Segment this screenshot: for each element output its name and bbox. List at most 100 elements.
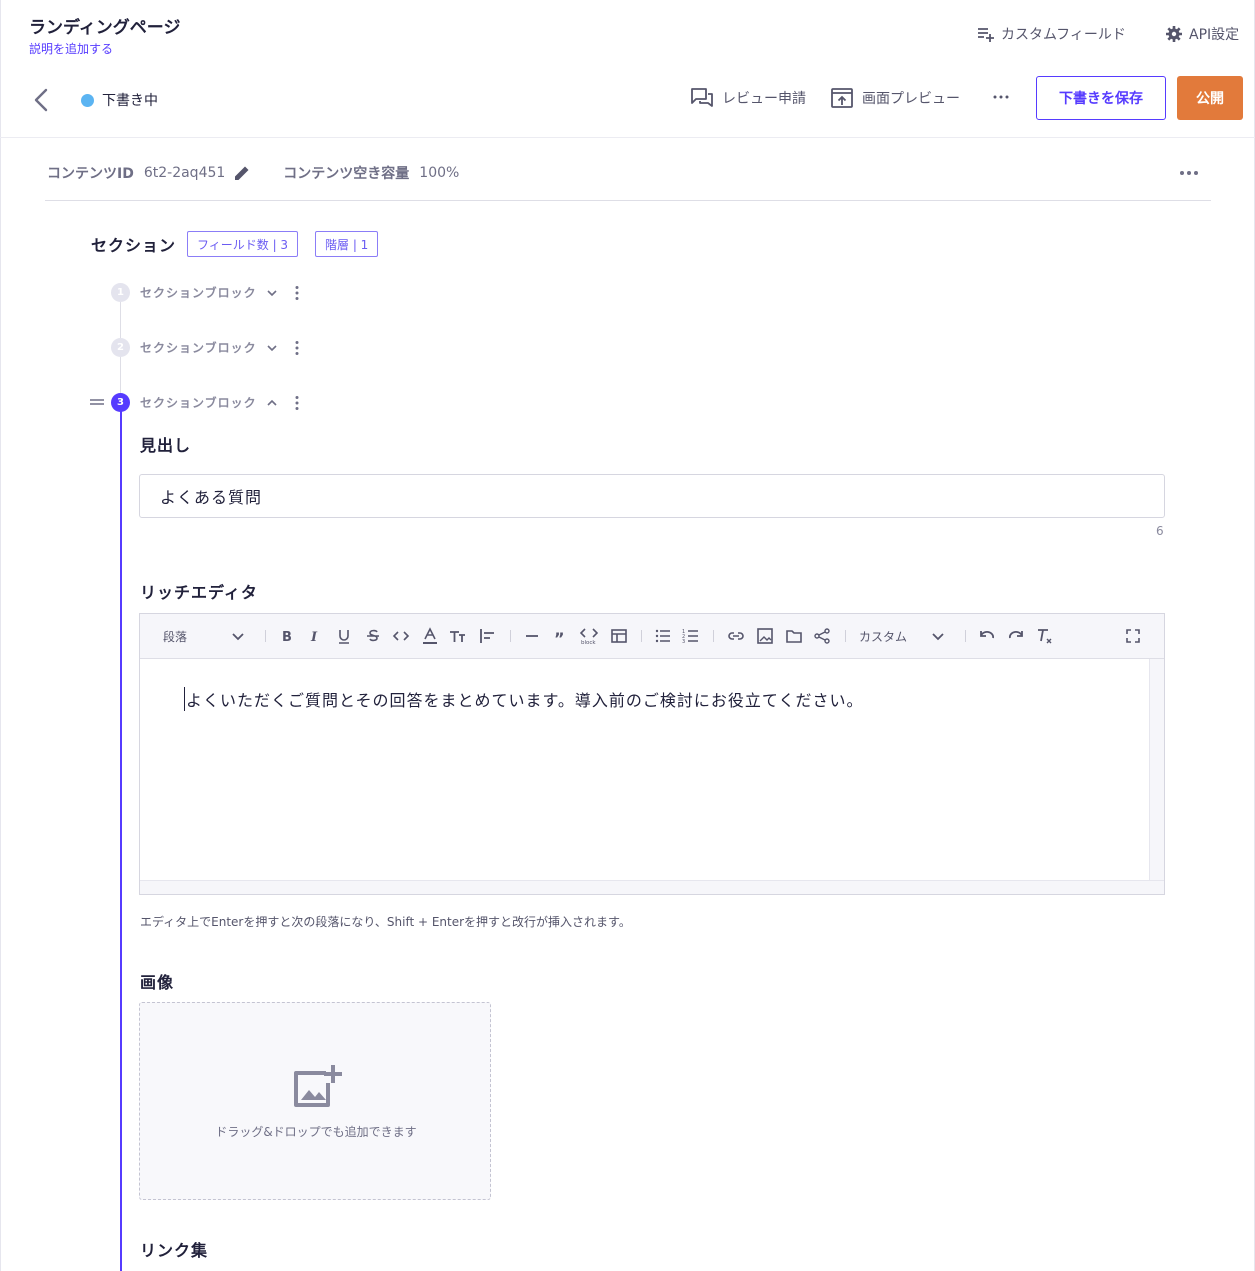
custom-field-button[interactable]: カスタムフィールド — [977, 24, 1126, 44]
preview-label: 画面プレビュー — [862, 91, 960, 107]
status-dot — [81, 93, 94, 107]
block-number: 2 — [111, 338, 130, 357]
drag-handle-icon[interactable] — [89, 397, 105, 407]
toolbar-divider — [265, 630, 266, 642]
capacity-label: コンテンツ空き容量 — [283, 166, 410, 182]
numbered-list-icon[interactable]: 123 — [682, 627, 700, 645]
chevron-down-icon[interactable] — [265, 341, 279, 355]
toolbar-divider — [965, 630, 966, 642]
editor-scrollbar-horizontal[interactable] — [140, 880, 1164, 894]
align-left-icon[interactable] — [478, 627, 496, 645]
content-meta: コンテンツID 6t2-2aq451 コンテンツ空き容量 100% — [47, 163, 467, 183]
more-horizontal-icon[interactable] — [989, 88, 1013, 106]
capacity-value: 100% — [419, 165, 460, 181]
more-vertical-icon[interactable] — [290, 340, 304, 356]
bullet-list-icon[interactable] — [654, 627, 672, 645]
heading-field-label: 見出し — [140, 436, 192, 455]
timeline-line-active — [120, 402, 122, 1271]
playlist-add-icon — [978, 28, 994, 42]
add-photo-icon — [294, 1065, 342, 1107]
character-counter: 6 — [1156, 524, 1164, 538]
chevron-down-icon[interactable] — [929, 627, 947, 645]
heading-input[interactable]: よくある質問 — [139, 474, 1165, 518]
horizontal-rule-icon[interactable] — [523, 627, 541, 645]
code-block-icon[interactable]: block — [580, 627, 598, 645]
gear-icon — [1166, 26, 1182, 42]
more-horizontal-icon[interactable] — [1177, 164, 1201, 182]
block-label: セクションブロック — [140, 286, 257, 300]
editor-content[interactable]: よくいただくご質問とその回答をまとめています。導入前のご検討にお役立てください。 — [140, 659, 1150, 880]
preview-button[interactable]: 画面プレビュー — [830, 86, 960, 110]
api-settings-label: API設定 — [1189, 27, 1240, 43]
publish-button[interactable]: 公開 — [1177, 76, 1243, 120]
code-icon[interactable] — [392, 627, 410, 645]
undo-icon[interactable] — [978, 627, 996, 645]
italic-icon[interactable]: I — [306, 627, 324, 645]
image-dropzone[interactable]: ドラッグ&ドロップでも追加できます — [139, 1002, 491, 1200]
block-number: 3 — [111, 393, 130, 412]
quote-icon[interactable]: ” — [552, 627, 570, 645]
save-draft-button[interactable]: 下書きを保存 — [1036, 76, 1166, 120]
field-count-tag: フィールド数 | 3 — [187, 231, 299, 257]
links-field-label: リンク集 — [140, 1241, 209, 1260]
font-size-icon[interactable] — [448, 627, 466, 645]
dropzone-text: ドラッグ&ドロップでも追加できます — [215, 1125, 417, 1139]
chevron-down-icon[interactable] — [229, 627, 247, 645]
meta-divider — [45, 200, 1211, 201]
review-request-button[interactable]: レビュー申請 — [690, 86, 806, 110]
header-divider — [0, 137, 1255, 138]
content-id-value: 6t2-2aq451 — [143, 165, 226, 181]
custom-field-label: カスタムフィールド — [1001, 27, 1126, 43]
more-vertical-icon[interactable] — [290, 395, 304, 411]
block-label: セクションブロック — [140, 341, 257, 355]
add-description-link[interactable]: 説明を追加する — [29, 40, 113, 57]
bold-icon[interactable]: B — [278, 627, 296, 645]
rich-editor-label: リッチエディタ — [140, 583, 258, 602]
api-settings-button[interactable]: API設定 — [1165, 24, 1239, 44]
image-icon[interactable] — [756, 627, 774, 645]
toolbar-divider — [641, 630, 642, 642]
block-number: 1 — [111, 283, 130, 302]
rich-editor: 段落 B I ” block 123 カスタム よくいただくご質問とその回答をま… — [139, 613, 1165, 895]
section-block-3[interactable]: 3 セクションブロック — [111, 393, 304, 412]
fullscreen-icon[interactable] — [1124, 627, 1142, 645]
clear-format-icon[interactable] — [1036, 627, 1054, 645]
depth-tag: 階層 | 1 — [315, 231, 379, 257]
folder-icon[interactable] — [785, 627, 803, 645]
toolbar-divider — [845, 630, 846, 642]
chevron-down-icon[interactable] — [265, 286, 279, 300]
toolbar-divider — [510, 630, 511, 642]
underline-icon[interactable] — [335, 627, 353, 645]
section-title: セクション — [91, 236, 177, 255]
svg-text:”: ” — [554, 629, 565, 645]
svg-text:3: 3 — [682, 639, 685, 645]
toolbar-divider — [713, 630, 714, 642]
content-id-label: コンテンツID — [47, 166, 134, 182]
custom-select[interactable]: カスタム — [859, 628, 907, 645]
redo-icon[interactable] — [1007, 627, 1025, 645]
status-label: 下書き中 — [102, 93, 158, 109]
share-icon[interactable] — [813, 627, 831, 645]
paragraph-select[interactable]: 段落 — [163, 628, 187, 645]
chat-bubbles-icon — [691, 88, 713, 107]
link-icon[interactable] — [727, 627, 745, 645]
table-icon[interactable] — [610, 627, 628, 645]
strikethrough-icon[interactable] — [364, 627, 382, 645]
more-vertical-icon[interactable] — [290, 285, 304, 301]
page-title: ランディングページ — [29, 18, 181, 38]
back-arrow-icon[interactable] — [30, 86, 54, 114]
section-block-1[interactable]: 1 セクションブロック — [111, 283, 304, 302]
status-badge: 下書き中 — [81, 90, 158, 110]
pencil-icon[interactable] — [233, 164, 251, 182]
svg-text:I: I — [310, 630, 318, 645]
svg-text:block: block — [581, 640, 596, 645]
svg-text:B: B — [282, 630, 292, 645]
editor-scrollbar-vertical[interactable] — [1150, 659, 1164, 880]
preview-upload-icon — [831, 88, 853, 108]
review-request-label: レビュー申請 — [722, 91, 806, 107]
chevron-up-icon[interactable] — [265, 396, 279, 410]
section-block-2[interactable]: 2 セクションブロック — [111, 338, 304, 357]
editor-toolbar: 段落 B I ” block 123 カスタム — [140, 614, 1164, 659]
text-color-icon[interactable] — [421, 627, 439, 645]
editor-paragraph[interactable]: よくいただくご質問とその回答をまとめています。導入前のご検討にお役立てください。 — [184, 687, 863, 711]
